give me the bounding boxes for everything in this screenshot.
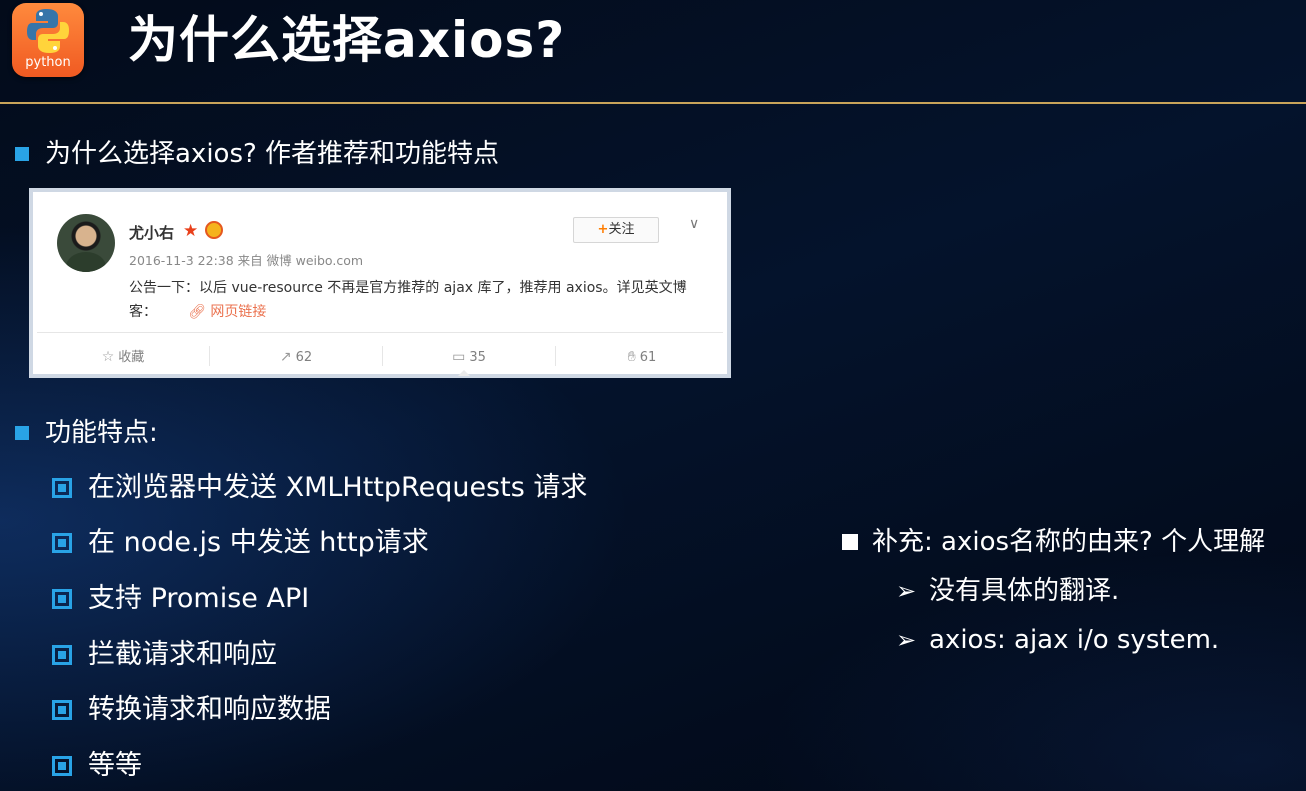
feature-item: 转换请求和响应数据 bbox=[88, 694, 331, 725]
star-icon: ☆ bbox=[101, 349, 115, 365]
web-link[interactable]: 网页链接 bbox=[210, 304, 266, 320]
weibo-meta: 2016-11-3 22:38 来自 微博 weibo.com bbox=[129, 253, 364, 268]
weibo-username[interactable]: 尤小右 bbox=[129, 222, 174, 243]
page-title: 为什么选择axios? bbox=[128, 11, 566, 69]
action-label: 62 bbox=[295, 350, 313, 365]
comment-caret bbox=[458, 370, 470, 376]
bullet-hollow-square-icon bbox=[52, 533, 72, 553]
plus-icon: + bbox=[597, 222, 609, 237]
card-divider bbox=[37, 332, 723, 333]
bullet-square-icon bbox=[842, 534, 858, 550]
like-icon: ✋︎ bbox=[627, 349, 636, 365]
weibo-post-card: 尤小右 ★ 2016-11-3 22:38 来自 微博 weibo.com +关… bbox=[29, 188, 731, 378]
section1-heading: 为什么选择axios? 作者推荐和功能特点 bbox=[45, 139, 500, 169]
link-icon: 🔗︎ bbox=[188, 304, 206, 320]
feature-item: 支持 Promise API bbox=[88, 583, 310, 614]
bullet-hollow-square-icon bbox=[52, 478, 72, 498]
feature-item: 拦截请求和响应 bbox=[88, 639, 277, 670]
action-share[interactable]: ↗ 62 bbox=[210, 342, 382, 372]
bullet-hollow-square-icon bbox=[52, 756, 72, 776]
action-label: 35 bbox=[469, 350, 486, 365]
section2-heading: 功能特点: bbox=[45, 418, 158, 448]
bullet-hollow-square-icon bbox=[52, 645, 72, 665]
comment-icon: ▭ bbox=[452, 349, 466, 365]
avatar[interactable] bbox=[57, 214, 115, 272]
chevron-down-icon[interactable]: ∨ bbox=[689, 216, 699, 232]
star-badge-icon: ★ bbox=[183, 221, 199, 241]
header-divider bbox=[0, 102, 1306, 104]
logo-text: python bbox=[25, 55, 71, 70]
bullet-square-icon bbox=[15, 426, 29, 440]
bullet-hollow-square-icon bbox=[52, 700, 72, 720]
arrow-bullet-icon: ➢ bbox=[896, 626, 917, 654]
share-icon: ↗ bbox=[279, 349, 292, 365]
feature-item: 等等 bbox=[88, 750, 142, 781]
vip-badge-icon bbox=[205, 221, 223, 239]
feature-item: 在浏览器中发送 XMLHttpRequests 请求 bbox=[88, 472, 588, 503]
bullet-square-icon bbox=[15, 147, 29, 161]
feature-item: 在 node.js 中发送 http请求 bbox=[88, 527, 429, 558]
follow-label: 关注 bbox=[608, 222, 635, 237]
action-comment[interactable]: ▭ 35 bbox=[383, 342, 555, 372]
python-logo: python bbox=[12, 3, 84, 77]
arrow-bullet-icon: ➢ bbox=[896, 577, 917, 605]
action-label: 收藏 bbox=[118, 350, 145, 365]
supplement-heading: 补充: axios名称的由来? 个人理解 bbox=[872, 527, 1266, 557]
action-like[interactable]: ✋︎ 61 bbox=[556, 342, 728, 372]
supplement-item: 没有具体的翻译. bbox=[929, 576, 1120, 606]
supplement-item: axios: ajax i/o system. bbox=[929, 625, 1220, 655]
python-snake-icon bbox=[27, 9, 69, 53]
bullet-hollow-square-icon bbox=[52, 589, 72, 609]
follow-button[interactable]: +关注 bbox=[573, 217, 659, 243]
action-favorite[interactable]: ☆ 收藏 bbox=[37, 342, 209, 372]
action-label: 61 bbox=[639, 350, 657, 365]
weibo-post-text: 公告一下：以后 vue-resource 不再是官方推荐的 ajax 库了，推荐… bbox=[129, 276, 719, 324]
